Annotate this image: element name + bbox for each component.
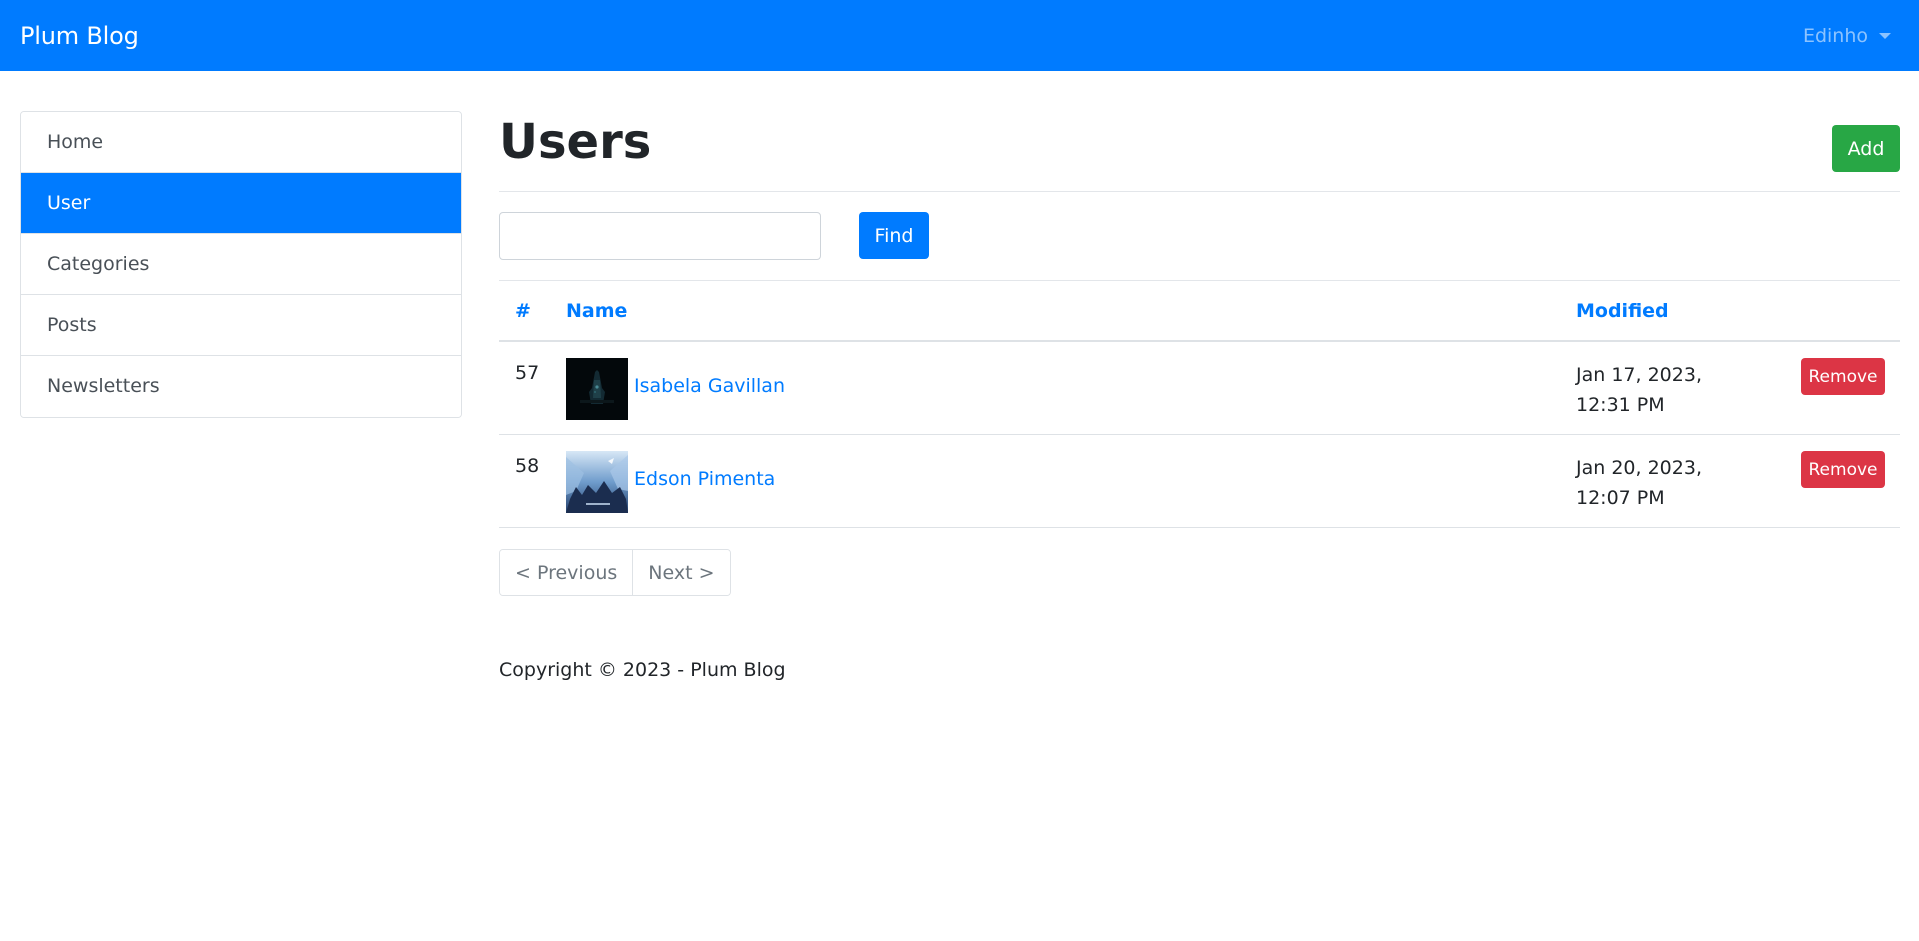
find-button[interactable]: Find — [859, 212, 929, 259]
user-id: 58 — [515, 455, 540, 477]
column-header-modified[interactable]: Modified — [1576, 300, 1669, 322]
column-header-name[interactable]: Name — [566, 300, 627, 322]
user-avatar[interactable] — [566, 358, 628, 420]
next-page-button[interactable]: Next > — [632, 550, 730, 595]
sidebar-item-newsletters[interactable]: Newsletters — [21, 356, 461, 417]
modified-date: Jan 17, 2023, 12:31 PM — [1576, 364, 1702, 416]
remove-button[interactable]: Remove — [1801, 358, 1885, 395]
user-id: 57 — [515, 362, 540, 384]
modified-date: Jan 20, 2023, 12:07 PM — [1576, 457, 1702, 509]
page-title: Users — [499, 114, 652, 170]
search-input[interactable] — [499, 212, 821, 260]
remove-button[interactable]: Remove — [1801, 451, 1885, 488]
column-header-number[interactable]: # — [515, 300, 531, 322]
sidebar-nav: Home User Categories Posts Newsletters — [20, 111, 462, 418]
table-header: # Name Modified — [499, 281, 1900, 342]
sidebar-item-user[interactable]: User — [21, 173, 461, 234]
table-row: 57 Isabela Gavillan Jan 17, 2023, 12:31 … — [499, 342, 1900, 435]
user-name-link[interactable]: Isabela Gavillan — [634, 375, 785, 397]
sidebar-item-categories[interactable]: Categories — [21, 234, 461, 295]
pagination: < Previous Next > — [499, 549, 731, 596]
brand-link[interactable]: Plum Blog — [20, 22, 139, 50]
add-user-button[interactable]: Add — [1832, 125, 1900, 172]
table-row: 58 Edson Pimenta Jan 20, 2023, 12:07 PM … — [499, 435, 1900, 528]
sidebar-item-posts[interactable]: Posts — [21, 295, 461, 356]
user-avatar[interactable] — [566, 451, 628, 513]
main-content: Users Add Find # Name Modified 57 Isabel… — [499, 0, 1900, 941]
footer-copyright: Copyright © 2023 - Plum Blog — [499, 659, 786, 681]
previous-page-button[interactable]: < Previous — [500, 550, 633, 595]
title-divider — [499, 191, 1900, 192]
user-name-link[interactable]: Edson Pimenta — [634, 468, 775, 490]
sidebar-item-home[interactable]: Home — [21, 112, 461, 173]
